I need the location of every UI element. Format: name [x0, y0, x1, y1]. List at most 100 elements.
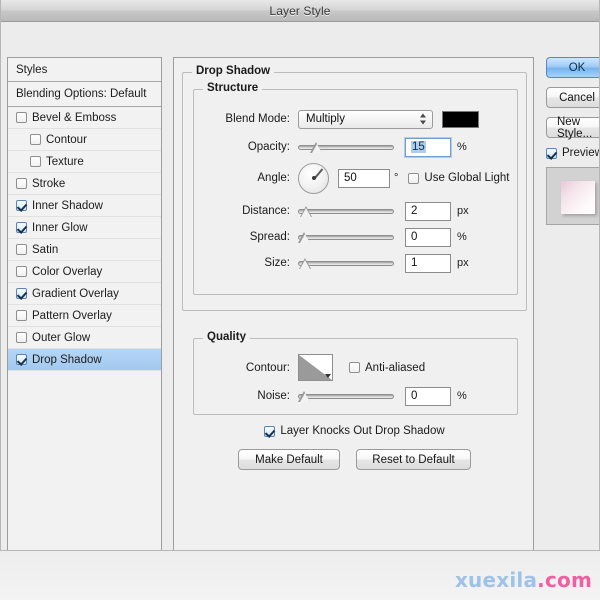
- layer-knockout-label: Layer Knocks Out Drop Shadow: [280, 425, 445, 437]
- spread-slider[interactable]: [298, 230, 394, 244]
- dialog-body: Styles Blending Options: Default Bevel &…: [1, 23, 599, 550]
- opacity-label: Opacity:: [247, 141, 290, 153]
- opacity-unit: %: [457, 141, 467, 153]
- make-default-label: Make Default: [255, 453, 323, 466]
- noise-slider-knob[interactable]: [298, 390, 311, 402]
- use-global-light-checkbox[interactable]: [408, 172, 420, 184]
- angle-dial-hub: [311, 176, 316, 180]
- effect-row[interactable]: Texture: [8, 151, 161, 173]
- styles-header: Styles: [8, 58, 161, 82]
- reset-to-default-button[interactable]: Reset to Default: [356, 449, 471, 470]
- effect-checkbox[interactable]: [30, 156, 41, 167]
- contour-preset-swatch[interactable]: [298, 354, 333, 381]
- effect-row[interactable]: Bevel & Emboss: [8, 107, 161, 129]
- effect-checkbox[interactable]: [16, 354, 27, 365]
- make-default-button[interactable]: Make Default: [238, 449, 340, 470]
- effect-row[interactable]: Inner Shadow: [8, 195, 161, 217]
- effect-label: Outer Glow: [32, 331, 91, 344]
- angle-dial[interactable]: [298, 162, 329, 194]
- distance-field[interactable]: 2: [405, 201, 451, 221]
- distance-label: Distance:: [242, 205, 290, 217]
- blend-mode-row: Blend Mode: Multiply: [194, 109, 517, 129]
- noise-slider-track: [298, 394, 394, 399]
- size-slider[interactable]: [298, 256, 394, 270]
- spread-label: Spread:: [249, 231, 290, 243]
- quality-legend: Quality: [203, 331, 250, 343]
- noise-unit: %: [457, 390, 467, 402]
- watermark-name: xuexila: [454, 568, 538, 592]
- effect-checkbox[interactable]: [16, 310, 27, 321]
- distance-unit: px: [457, 205, 469, 217]
- angle-field[interactable]: 50: [338, 168, 390, 188]
- cancel-label: Cancel: [559, 91, 595, 104]
- blend-mode-select[interactable]: Multiply: [298, 109, 433, 129]
- layer-knockout-checkbox[interactable]: [264, 425, 276, 437]
- reset-to-default-label: Reset to Default: [372, 453, 455, 466]
- cancel-button[interactable]: Cancel: [546, 87, 599, 108]
- effect-checkbox[interactable]: [16, 112, 27, 123]
- effect-checkbox[interactable]: [16, 244, 27, 255]
- ok-button[interactable]: OK: [546, 57, 599, 78]
- preview-checkbox[interactable]: [546, 147, 557, 159]
- opacity-slider-knob[interactable]: [310, 141, 323, 153]
- distance-slider-knob[interactable]: [299, 205, 313, 217]
- size-label: Size:: [264, 257, 290, 269]
- new-style-label: New Style...: [557, 115, 593, 140]
- effect-row[interactable]: Gradient Overlay: [8, 283, 161, 305]
- effect-checkbox[interactable]: [16, 288, 27, 299]
- spread-value: 0: [411, 231, 418, 243]
- preview-row[interactable]: Preview: [546, 147, 599, 159]
- effect-row[interactable]: Inner Glow: [8, 217, 161, 239]
- effect-label: Pattern Overlay: [32, 309, 112, 322]
- quality-group: Quality Contour: Anti-aliased Noise: 0 %: [193, 331, 518, 415]
- noise-value: 0: [411, 390, 418, 402]
- effect-checkbox[interactable]: [16, 222, 27, 233]
- angle-value: 50: [344, 172, 357, 184]
- drop-shadow-group: Drop Shadow Structure Blend Mode: Multip…: [182, 65, 527, 470]
- noise-field[interactable]: 0: [405, 386, 451, 406]
- anti-aliased-checkbox[interactable]: [349, 362, 360, 373]
- style-preview-thumbnail: [546, 167, 599, 225]
- effect-checkbox[interactable]: [16, 332, 27, 343]
- opacity-row: Opacity: 15 %: [194, 137, 517, 157]
- effect-checkbox[interactable]: [30, 134, 41, 145]
- effect-row[interactable]: Satin: [8, 239, 161, 261]
- effect-checkbox[interactable]: [16, 266, 27, 277]
- effect-row[interactable]: Contour: [8, 129, 161, 151]
- effect-checkbox[interactable]: [16, 200, 27, 211]
- opacity-slider[interactable]: [298, 140, 394, 154]
- noise-slider[interactable]: [298, 389, 394, 403]
- opacity-value: 15: [411, 141, 426, 153]
- effect-label: Stroke: [32, 177, 66, 190]
- effect-row[interactable]: Color Overlay: [8, 261, 161, 283]
- effect-label: Inner Shadow: [32, 199, 103, 212]
- drop-shadow-group-legend: Drop Shadow: [192, 65, 275, 77]
- new-style-button[interactable]: New Style...: [546, 115, 599, 140]
- effect-row[interactable]: Drop Shadow: [8, 349, 161, 371]
- distance-value: 2: [411, 205, 418, 217]
- structure-legend: Structure: [203, 82, 263, 94]
- effect-label: Bevel & Emboss: [32, 111, 117, 124]
- effect-label: Contour: [46, 133, 87, 146]
- watermark: xuexila.com: [455, 568, 592, 592]
- noise-row: Noise: 0 %: [194, 386, 517, 406]
- shadow-color-swatch[interactable]: [442, 110, 479, 128]
- spread-field[interactable]: 0: [405, 227, 451, 247]
- opacity-field[interactable]: 15: [405, 137, 451, 157]
- styles-header-label: Styles: [16, 63, 48, 76]
- blend-mode-value: Multiply: [306, 113, 345, 125]
- effect-checkbox[interactable]: [16, 178, 27, 189]
- size-field[interactable]: 1: [405, 253, 451, 273]
- effect-row[interactable]: Outer Glow: [8, 327, 161, 349]
- size-slider-knob[interactable]: [298, 257, 312, 269]
- anti-aliased-label: Anti-aliased: [365, 361, 426, 374]
- spread-slider-knob[interactable]: [298, 231, 311, 243]
- distance-slider[interactable]: [298, 204, 394, 218]
- effect-row[interactable]: Stroke: [8, 173, 161, 195]
- angle-label: Angle:: [257, 172, 290, 184]
- blending-options-row[interactable]: Blending Options: Default: [8, 82, 161, 107]
- effect-label: Texture: [46, 155, 84, 168]
- effects-list: Bevel & Emboss Contour Texture Stroke Inner …: [8, 107, 161, 371]
- effect-row[interactable]: Pattern Overlay: [8, 305, 161, 327]
- noise-label: Noise:: [257, 390, 290, 402]
